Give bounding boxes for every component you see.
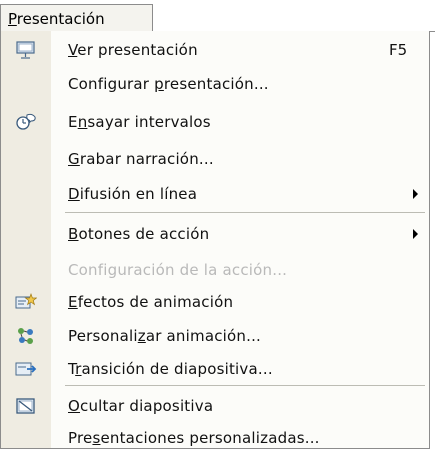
menu-item-label: Configuración de la acción...: [68, 261, 288, 279]
menu-item-label: Configurar presentación...: [68, 75, 269, 93]
custom-animation-icon: [15, 326, 37, 346]
menu-item-label: Botones de acción: [68, 225, 210, 243]
menu-item-presentaciones-personalizadas[interactable]: Presentaciones personalizadas...: [1, 423, 429, 453]
menu-title-rest: resentación: [16, 10, 105, 28]
menu-item-ver-presentacion[interactable]: Ver presentación F5: [1, 35, 429, 65]
menu-item-ensayar-intervalos[interactable]: Ensayar intervalos: [1, 107, 429, 137]
menu-item-personalizar-animacion[interactable]: Personalizar animación...: [1, 321, 429, 351]
menu-item-label: Difusión en línea: [68, 185, 198, 203]
menu-item-botones-de-accion[interactable]: Botones de acción: [1, 219, 429, 249]
animation-effects-icon: [15, 292, 38, 312]
menu-item-difusion-en-linea[interactable]: Difusión en línea: [1, 179, 429, 209]
menu-item-label: Ocultar diapositiva: [68, 397, 214, 415]
menu-separator: [65, 385, 425, 386]
menu-item-label: Grabar narración...: [68, 150, 214, 168]
presentacion-dropdown-menu: Ver presentación F5 Configurar presentac…: [0, 31, 430, 449]
menu-item-configuracion-de-la-accion: Configuración de la acción...: [1, 255, 429, 285]
rehearse-timings-icon: [15, 112, 37, 132]
submenu-arrow-icon: [413, 229, 418, 239]
menu-item-ocultar-diapositiva[interactable]: Ocultar diapositiva: [1, 391, 429, 421]
menu-item-label: Transición de diapositiva...: [68, 360, 273, 378]
hide-slide-icon: [15, 396, 37, 416]
menu-title-hotkey: P: [8, 10, 17, 28]
menu-item-grabar-narracion[interactable]: Grabar narración...: [1, 144, 429, 174]
slideshow-screen-icon: [15, 40, 37, 60]
menu-item-label: Personalizar animación...: [68, 327, 262, 345]
menu-item-transicion-de-diapositiva[interactable]: Transición de diapositiva...: [1, 354, 429, 384]
slide-transition-icon: [15, 359, 37, 379]
menu-item-label: Ensayar intervalos: [68, 113, 211, 131]
menu-separator: [65, 212, 425, 213]
menu-item-label: Ver presentación: [68, 41, 198, 59]
menu-item-label: Presentaciones personalizadas...: [68, 429, 320, 447]
menu-item-efectos-de-animacion[interactable]: Efectos de animación: [1, 287, 429, 317]
submenu-arrow-icon: [413, 189, 418, 199]
shortcut-f5: F5: [389, 41, 408, 59]
menu-item-label: Efectos de animación: [68, 293, 234, 311]
screen: Presentación Ver presentación F5 Configu…: [0, 0, 435, 453]
menu-item-configurar-presentacion[interactable]: Configurar presentación...: [1, 69, 429, 99]
menu-presentacion[interactable]: Presentación: [0, 4, 153, 32]
